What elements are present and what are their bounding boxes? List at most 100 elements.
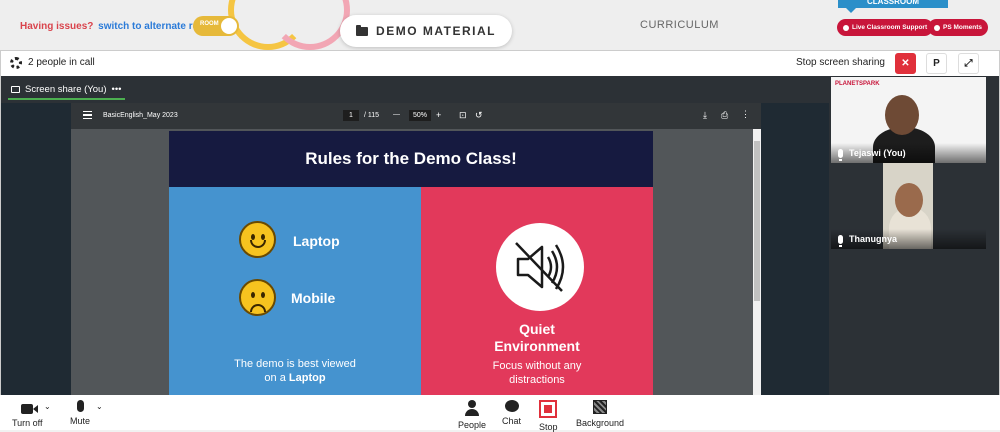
slide-title: Rules for the Demo Class! [169, 131, 653, 187]
left-caption-prefix: on a [264, 372, 286, 384]
people-button[interactable]: People [458, 400, 486, 430]
page-number-input[interactable]: 1 [343, 110, 359, 121]
toggle-knob [221, 18, 237, 34]
zoom-out-button[interactable]: — [393, 111, 400, 118]
microphone-icon [76, 400, 84, 412]
stop-sharing-label: Stop screen sharing [796, 57, 885, 68]
people-icon [464, 400, 480, 416]
room-toggle-label: ROOM [200, 21, 219, 27]
moments-icon [934, 24, 940, 31]
mute-button[interactable]: Mute [70, 400, 90, 426]
laptop-label: Laptop [293, 233, 340, 249]
participant-tile-thanugnya[interactable]: Thanugnya [831, 163, 986, 249]
planetspark-logo: PLANETSPARK [835, 81, 880, 87]
pdf-toolbar: BasicEnglish_May 2023 1 / 115 — 50% + ⊡ … [71, 103, 761, 129]
issue-notice: Having issues? switch to alternate room [20, 21, 214, 32]
quiet-title: Quiet Environment [421, 321, 653, 355]
left-caption-bold: Laptop [288, 372, 326, 384]
classroom-tab: CLASSROOM [838, 0, 948, 13]
menu-icon[interactable] [83, 111, 92, 119]
gear-icon[interactable] [10, 57, 22, 69]
tab-screen-share[interactable]: Screen share (You) ••• [8, 80, 125, 100]
expand-icon: ⤢ [964, 58, 973, 69]
folder-icon [356, 24, 369, 36]
chat-button[interactable]: Chat [502, 400, 521, 426]
participant-name-bar: Thanugnya [831, 229, 986, 249]
issue-text: Having issues? [20, 21, 94, 32]
fullscreen-button[interactable]: ⤢ [958, 53, 979, 74]
tab-demo-material-label: DEMO MATERIAL [376, 24, 496, 38]
shared-screen: BasicEnglish_May 2023 1 / 115 — 50% + ⊡ … [1, 103, 829, 396]
quiet-title-line1: Quiet [519, 321, 555, 337]
right-caption-line1: Focus without any [492, 360, 582, 372]
quiet-title-line2: Environment [494, 338, 580, 354]
mic-icon [838, 234, 843, 247]
background-label: Background [576, 418, 625, 428]
participant-name: Tejaswi (You) [849, 148, 906, 158]
participant-tiles: PLANETSPARK Tejaswi (You) Thanugnya [831, 77, 986, 249]
meeting-header: 2 people in call Stop screen sharing ✕ P… [1, 51, 999, 76]
pdf-scrollbar[interactable] [753, 129, 761, 396]
chevron-down-icon[interactable]: ⌄ [96, 402, 103, 411]
zoom-level[interactable]: 50% [409, 110, 431, 121]
slide-left-panel: Laptop Mobile The demo is best viewed on… [169, 187, 421, 396]
turn-off-camera-button[interactable]: Turn off [12, 400, 43, 428]
speaker-muted-icon [496, 223, 584, 311]
fit-page-icon[interactable]: ⊡ [459, 110, 467, 121]
live-support-button[interactable]: Live Classroom Support [837, 19, 934, 36]
screen-share-icon [11, 85, 20, 93]
background-button[interactable]: Background [576, 400, 624, 428]
stop-share-icon [539, 400, 558, 418]
chat-icon [504, 400, 519, 412]
left-caption-line2: on a Laptop [169, 371, 421, 385]
participant-name-bar: Tejaswi (You) [831, 143, 986, 163]
background-icon [593, 400, 608, 414]
slide: Rules for the Demo Class! Laptop Mobile … [169, 131, 653, 396]
print-icon[interactable]: ⎙ [721, 110, 728, 121]
participant-name: Thanugnya [849, 234, 898, 244]
participant-tile-you[interactable]: PLANETSPARK Tejaswi (You) [831, 77, 986, 163]
chevron-down-icon[interactable]: ⌄ [44, 402, 51, 411]
smile-emoji-icon [239, 221, 276, 258]
close-icon: ✕ [901, 58, 910, 69]
slide-right-panel: Quiet Environment Focus without any dist… [421, 187, 653, 396]
stop-label: Stop [539, 422, 558, 432]
rotate-icon[interactable]: ↺ [475, 110, 483, 121]
chat-label: Chat [502, 416, 522, 426]
stop-sharing-button[interactable]: ✕ [895, 53, 916, 74]
zoom-in-button[interactable]: + [436, 110, 441, 120]
people-count: 2 people in call [28, 57, 95, 68]
pin-button[interactable]: P [926, 53, 947, 74]
top-bar: Having issues? switch to alternate room … [0, 0, 1000, 50]
left-caption-line1: The demo is best viewed [234, 358, 356, 370]
controls-bar: Turn off ⌄ Mute ⌄ People Chat Stop Backg… [0, 395, 1000, 432]
pdf-filename: BasicEnglish_May 2023 [103, 112, 178, 119]
live-support-label: Live Classroom Support [852, 24, 928, 31]
participant-face [885, 95, 919, 135]
mic-icon [838, 148, 843, 161]
stop-share-control-button[interactable]: Stop [539, 400, 558, 432]
more-options-icon[interactable]: ••• [112, 84, 122, 95]
video-camera-icon [21, 404, 39, 414]
download-icon[interactable]: ⤓ [703, 110, 707, 121]
screen-share-label: Screen share (You) [25, 83, 107, 95]
pdf-viewer: BasicEnglish_May 2023 1 / 115 — 50% + ⊡ … [71, 103, 761, 396]
right-caption-line2: distractions [509, 374, 565, 386]
turn-off-label: Turn off [12, 418, 43, 428]
participant-face [895, 183, 923, 217]
more-vert-icon[interactable]: ⋮ [741, 109, 750, 120]
mobile-label: Mobile [291, 290, 336, 306]
sad-emoji-icon [239, 279, 276, 316]
people-label: People [458, 420, 487, 430]
right-caption: Focus without any distractions [421, 359, 653, 387]
left-caption: The demo is best viewed on a Laptop [169, 357, 421, 385]
ps-moments-label: PS Moments [943, 24, 983, 31]
room-toggle[interactable]: ROOM [193, 16, 239, 36]
tab-demo-material[interactable]: DEMO MATERIAL [340, 15, 512, 47]
support-icon [843, 24, 849, 31]
mute-label: Mute [70, 416, 91, 426]
page-total: / 115 [364, 112, 380, 119]
scrollbar-thumb[interactable] [754, 141, 760, 301]
tab-curriculum[interactable]: CURRICULUM [640, 19, 719, 31]
ps-moments-button[interactable]: PS Moments [928, 19, 989, 36]
